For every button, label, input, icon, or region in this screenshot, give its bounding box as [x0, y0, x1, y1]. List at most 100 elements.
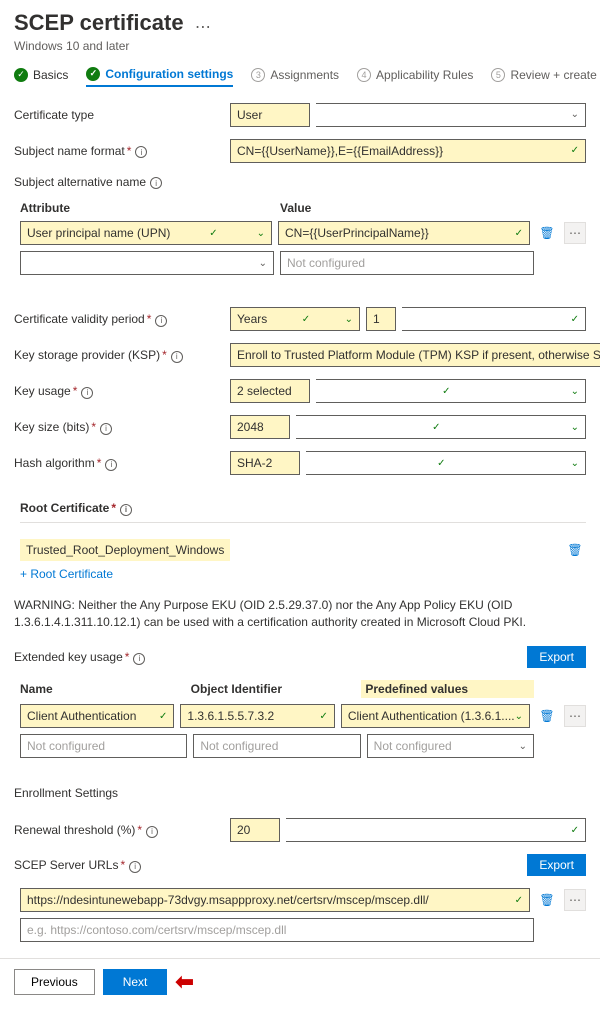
more-icon[interactable]: ⋯: [195, 17, 211, 37]
info-icon[interactable]: i: [146, 826, 158, 838]
tab-basics[interactable]: ✓Basics: [14, 68, 68, 86]
san-attribute-empty[interactable]: ⌄: [20, 251, 274, 275]
info-icon[interactable]: i: [100, 423, 112, 435]
key-size-select[interactable]: 2048: [230, 415, 290, 439]
eku-predef-empty[interactable]: Not configured⌄: [367, 734, 534, 758]
chevron-down-icon: ⌄: [259, 258, 267, 269]
chevron-down-icon: ⌄: [345, 314, 353, 325]
step-number: 4: [357, 68, 371, 82]
chevron-down-icon: ⌄: [257, 228, 265, 239]
chevron-down-icon: ⌄: [571, 458, 579, 469]
next-button[interactable]: Next: [103, 969, 168, 995]
check-icon: ✓: [14, 68, 28, 82]
chevron-down-icon: ⌄: [571, 386, 579, 397]
eku-name-input[interactable]: Client Authentication✓: [20, 704, 174, 728]
page-title: SCEP certificate: [14, 10, 184, 36]
label-renewal: Renewal threshold (%)*i: [14, 823, 224, 838]
col-predef: Predefined values: [361, 680, 534, 698]
subject-name-format-input[interactable]: CN={{UserName}},E={{EmailAddress}}✓: [230, 139, 586, 163]
info-icon[interactable]: i: [155, 315, 167, 327]
eku-predef-select[interactable]: Client Authentication (1.3.6.1....⌄: [341, 704, 530, 728]
san-value-input[interactable]: CN={{UserPrincipalName}}✓: [278, 221, 530, 245]
label-scep-urls: SCEP Server URLs*i: [14, 858, 224, 873]
key-usage-select-ext[interactable]: ✓⌄: [316, 379, 586, 403]
hash-select-ext[interactable]: ✓⌄: [306, 451, 586, 475]
export-button[interactable]: Export: [527, 854, 586, 876]
delete-icon[interactable]: 🗑: [536, 705, 558, 727]
check-icon: ✓: [515, 895, 523, 906]
more-icon[interactable]: ⋯: [564, 889, 586, 911]
tab-applicability[interactable]: 4Applicability Rules: [357, 68, 473, 86]
step-number: 3: [251, 68, 265, 82]
warning-text: WARNING: Neither the Any Purpose EKU (OI…: [14, 597, 586, 631]
info-icon[interactable]: i: [120, 504, 132, 516]
check-icon: ✓: [571, 314, 579, 325]
check-icon: ✓: [571, 145, 579, 156]
chevron-down-icon: ⌄: [515, 711, 523, 722]
chevron-down-icon: ⌄: [519, 741, 527, 752]
validity-unit-select[interactable]: Years✓⌄: [230, 307, 360, 331]
label-validity: Certificate validity period*i: [14, 312, 224, 327]
more-icon[interactable]: ⋯: [564, 705, 586, 727]
scep-url-input[interactable]: https://ndesintunewebapp-73dvgy.msapppro…: [20, 888, 530, 912]
renewal-input[interactable]: 20: [230, 818, 280, 842]
validity-value-input[interactable]: 1: [366, 307, 396, 331]
col-oid: Object Identifier: [191, 682, 356, 696]
tab-config-settings[interactable]: ✓Configuration settings: [86, 67, 233, 87]
wizard-tabs: ✓Basics ✓Configuration settings 3Assignm…: [14, 67, 586, 87]
chevron-down-icon: ⌄: [571, 109, 579, 120]
add-root-cert-link[interactable]: + Root Certificate: [20, 567, 586, 581]
info-icon[interactable]: i: [133, 653, 145, 665]
more-icon[interactable]: ⋯: [564, 222, 586, 244]
label-key-size: Key size (bits)*i: [14, 420, 224, 435]
col-attribute: Attribute: [20, 201, 274, 215]
cert-type-select-ext[interactable]: ⌄: [316, 103, 586, 127]
hash-select[interactable]: SHA-2: [230, 451, 300, 475]
san-attribute-select[interactable]: User principal name (UPN)✓⌄: [20, 221, 272, 245]
info-icon[interactable]: i: [105, 459, 117, 471]
root-cert-value[interactable]: Trusted_Root_Deployment_Windows: [20, 539, 230, 561]
label-subject-name-format: Subject name format*i: [14, 144, 224, 159]
delete-icon[interactable]: 🗑: [536, 889, 558, 911]
label-ksp: Key storage provider (KSP)*i: [14, 348, 224, 363]
check-icon: ✓: [319, 711, 327, 722]
check-icon: ✓: [571, 825, 579, 836]
label-hash: Hash algorithm*i: [14, 456, 224, 471]
label-eku: Extended key usage*i: [14, 650, 224, 665]
step-number: 5: [491, 68, 505, 82]
label-key-usage: Key usage*i: [14, 384, 224, 399]
check-icon: ✓: [159, 711, 167, 722]
info-icon[interactable]: i: [135, 146, 147, 158]
label-san: Subject alternative namei: [14, 175, 224, 190]
key-size-select-ext[interactable]: ✓⌄: [296, 415, 586, 439]
label-cert-type: Certificate type: [14, 108, 224, 122]
eku-oid-input[interactable]: 1.3.6.1.5.5.7.3.2✓: [180, 704, 334, 728]
validity-value-ext[interactable]: ✓: [402, 307, 586, 331]
san-value-empty[interactable]: Not configured: [280, 251, 534, 275]
info-icon[interactable]: i: [171, 351, 183, 363]
renewal-input-ext[interactable]: ✓: [286, 818, 586, 842]
info-icon[interactable]: i: [150, 177, 162, 189]
check-icon: ✓: [86, 67, 100, 81]
key-usage-select[interactable]: 2 selected: [230, 379, 310, 403]
page-subtitle: Windows 10 and later: [14, 39, 586, 53]
cert-type-select[interactable]: User: [230, 103, 310, 127]
info-icon[interactable]: i: [81, 387, 93, 399]
col-name: Name: [20, 682, 185, 696]
arrow-annotation-icon: ⬅: [175, 969, 193, 995]
tab-review[interactable]: 5Review + create: [491, 68, 596, 86]
col-value: Value: [280, 201, 534, 215]
delete-icon[interactable]: 🗑: [536, 222, 558, 244]
eku-name-empty[interactable]: Not configured: [20, 734, 187, 758]
ksp-select[interactable]: Enroll to Trusted Platform Module (TPM) …: [230, 343, 600, 367]
info-icon[interactable]: i: [129, 861, 141, 873]
delete-icon[interactable]: 🗑: [564, 539, 586, 561]
section-enrollment: Enrollment Settings: [14, 786, 586, 800]
check-icon: ✓: [515, 228, 523, 239]
export-button[interactable]: Export: [527, 646, 586, 668]
label-root-cert: Root Certificate*i: [20, 501, 586, 516]
scep-url-empty[interactable]: e.g. https://contoso.com/certsrv/mscep/m…: [20, 918, 534, 942]
eku-oid-empty[interactable]: Not configured: [193, 734, 360, 758]
previous-button[interactable]: Previous: [14, 969, 95, 995]
tab-assignments[interactable]: 3Assignments: [251, 68, 339, 86]
